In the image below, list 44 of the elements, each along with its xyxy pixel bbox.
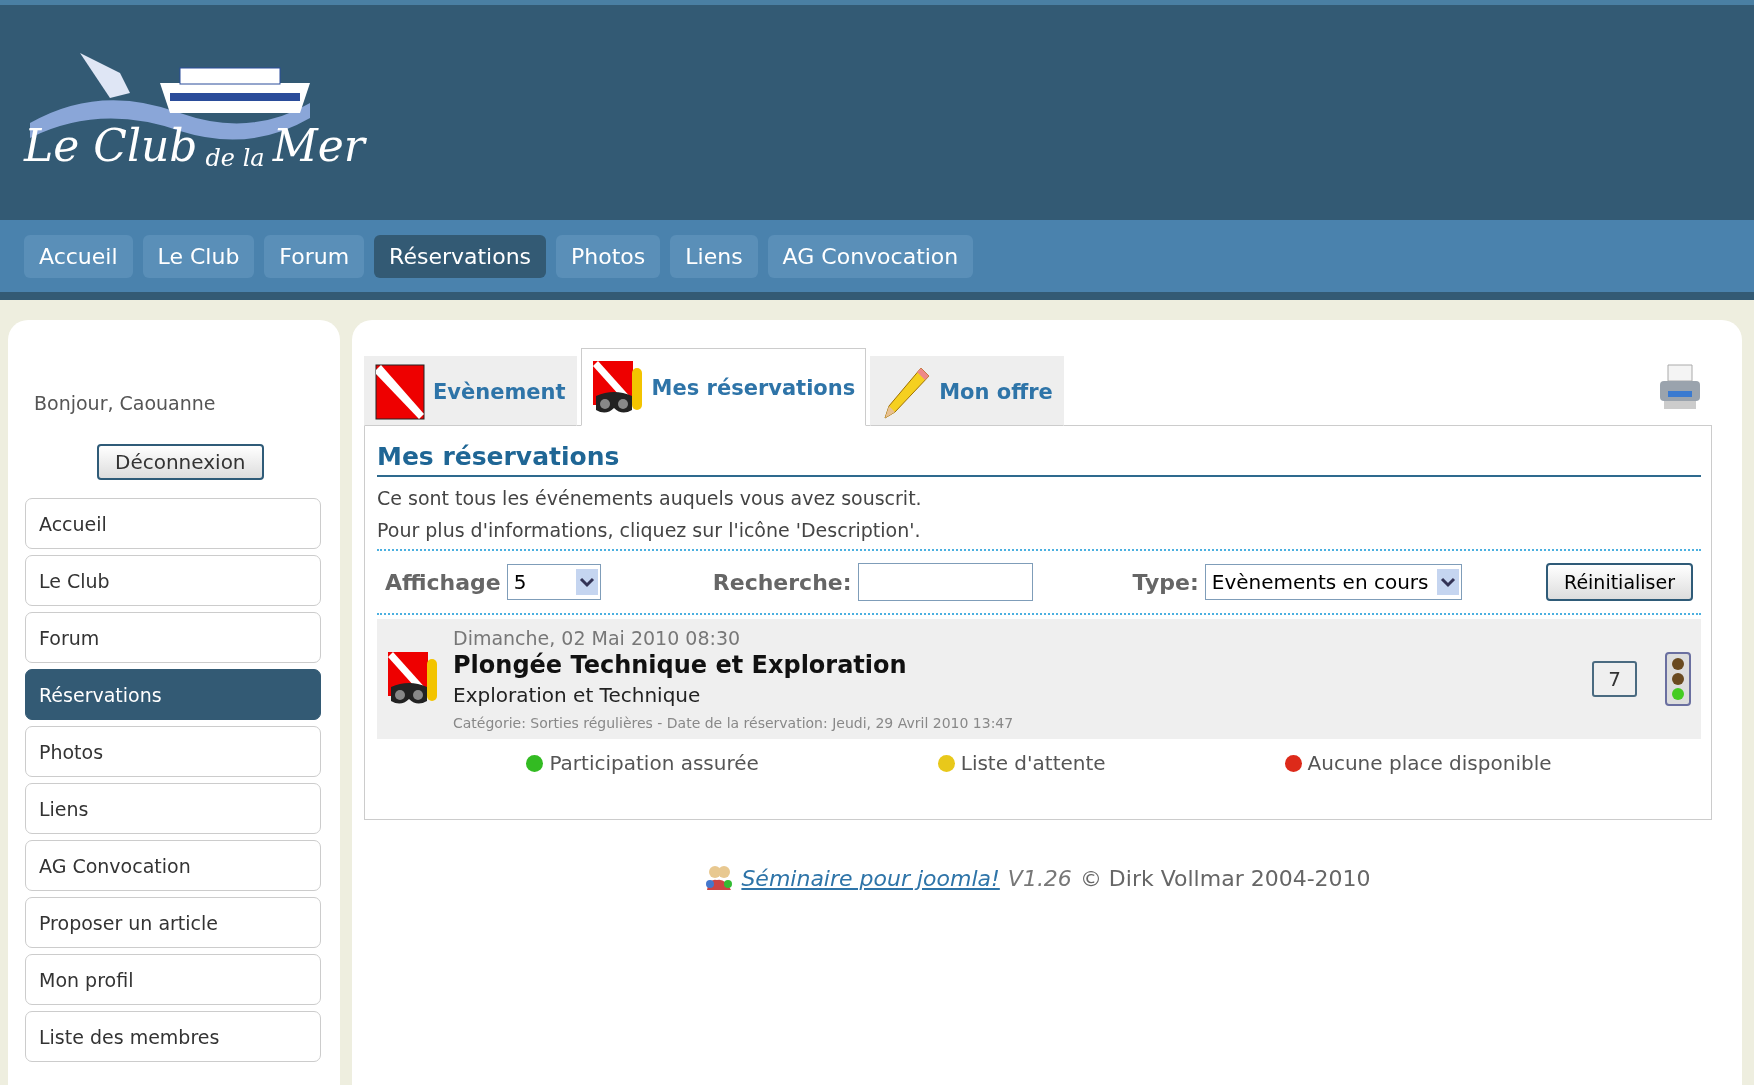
search-field[interactable]	[857, 563, 1033, 601]
tab[interactable]: Evènement	[364, 356, 577, 426]
dropdown-icon	[575, 569, 598, 595]
people-icon	[705, 864, 734, 892]
sidebar-item[interactable]: Mon profil	[25, 954, 321, 1005]
description-text: Ce sont tous les événements auquels vous avez souscrit.	[377, 487, 923, 509]
seminar-link[interactable]: Séminaire pour joomla!	[741, 865, 1000, 891]
section-title: Mes réservations	[377, 442, 1701, 477]
tab[interactable]: Mon offre	[870, 356, 1064, 426]
event-title[interactable]: Plongée Technique et Exploration	[453, 651, 1579, 679]
legend-label: Liste d'attente	[960, 751, 1106, 775]
display-label: Affichage	[385, 569, 501, 595]
legend-label: Participation assurée	[549, 751, 759, 775]
sidebar-item[interactable]: Liens	[25, 783, 321, 834]
event-date: Dimanche, 02 Mai 2010 08:30	[453, 627, 742, 649]
tab[interactable]: Mes réservations	[580, 348, 867, 426]
sidebar-item[interactable]: Photos	[25, 726, 321, 777]
diving-mask-icon	[591, 360, 644, 416]
description-text: Pour plus d'informations, cliquez sur l'icône 'Description'.	[377, 519, 922, 541]
dive-flag-icon	[375, 364, 425, 420]
sidebar-item[interactable]: Liste des membres	[25, 1011, 321, 1062]
sidebar-item[interactable]: Le Club	[25, 555, 321, 606]
event-meta: Catégorie: Sorties régulières - Date de la réservation: Jeudi, 29 Avril 2010 13:47	[453, 715, 1015, 731]
diving-mask-icon	[387, 651, 439, 707]
printer-icon[interactable]	[1658, 363, 1702, 411]
sidebar-item[interactable]: Accueil	[25, 498, 321, 549]
sidebar-item[interactable]: Proposer un article	[25, 897, 321, 948]
type-select[interactable]: Evènements en cours	[1204, 564, 1462, 600]
greeting-text: Bonjour, Caouanne	[34, 392, 217, 414]
display-select[interactable]: 5	[506, 564, 601, 600]
copyright-text: © Dirk Vollmar 2004-2010	[1079, 865, 1371, 891]
version-text: V1.26	[1007, 865, 1072, 891]
sidebar-item[interactable]: Réservations	[25, 669, 321, 720]
logout-button[interactable]: Déconnexion	[97, 444, 264, 480]
reset-button[interactable]: Réinitialiser	[1546, 563, 1693, 601]
type-label: Type:	[1132, 569, 1199, 595]
search-label: Recherche:	[712, 569, 852, 595]
sidebar-item[interactable]: AG Convocation	[25, 840, 321, 891]
nav-tab[interactable]: Réservations	[374, 234, 547, 278]
legend-label: Aucune place disponible	[1307, 751, 1552, 775]
dropdown-icon	[1436, 569, 1459, 595]
places-count: 7	[1592, 661, 1637, 697]
event-subtitle: Exploration et Technique	[453, 683, 702, 707]
sidebar-item[interactable]: Forum	[25, 612, 321, 663]
